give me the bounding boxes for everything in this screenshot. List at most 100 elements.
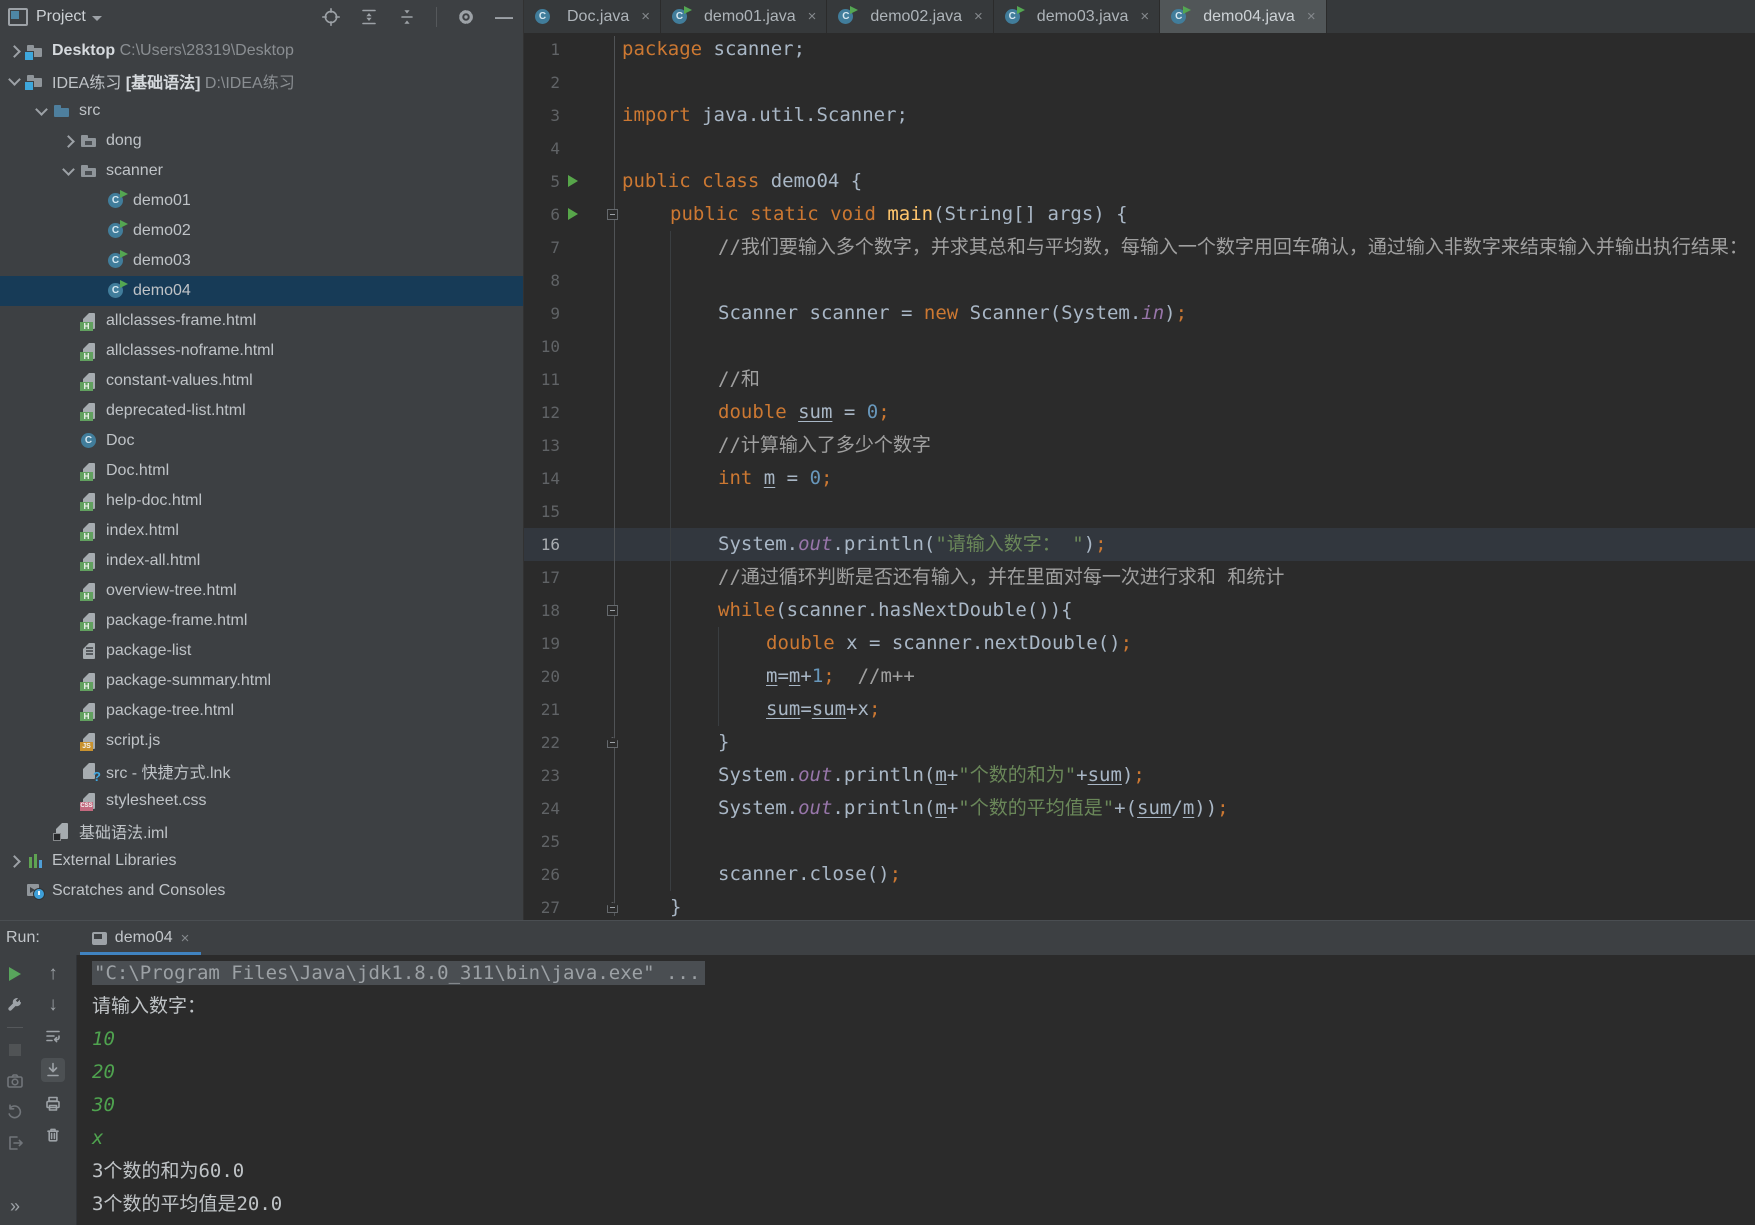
tree-item-Doc.html[interactable]: H Doc.html xyxy=(0,456,523,486)
code-editor[interactable]: 1 package scanner; 2 3 import java.util.Scan… xyxy=(524,33,1755,920)
tree-item-package-summary.html[interactable]: Hpackage-summary.html xyxy=(0,666,523,696)
up-arrow-icon[interactable]: ↑ xyxy=(44,964,62,983)
tree-item-label: External Libraries xyxy=(52,852,177,869)
tree-item-IDEA[interactable]: IDEA练习 [基础语法] D:\IDEA练习 xyxy=(0,66,523,96)
console-output[interactable]: "C:\Program Files\Java\jdk1.8.0_311\bin\… xyxy=(78,955,1755,1225)
down-arrow-icon[interactable]: ↓ xyxy=(44,995,62,1014)
close-icon[interactable]: × xyxy=(641,8,650,25)
stop-icon[interactable] xyxy=(6,1041,24,1059)
camera-icon[interactable] xyxy=(6,1072,24,1090)
tab-demo01.java[interactable]: Cdemo01.java × xyxy=(661,0,828,33)
close-icon[interactable]: × xyxy=(181,930,190,947)
package-icon xyxy=(80,162,99,180)
ide-window: Project — Desktop C:\Users\28319\Desktop… xyxy=(0,0,1755,1225)
tree-item-script.js[interactable]: JS script.js xyxy=(0,726,523,756)
tree-item-label: src xyxy=(79,102,101,119)
css-file-icon: CSS xyxy=(80,792,99,811)
console-line: 3个数的和为60.0 xyxy=(92,1160,245,1182)
tree-item-label: overview-tree.html xyxy=(106,582,237,599)
tab-demo02.java[interactable]: Cdemo02.java × xyxy=(827,0,994,33)
gear-icon[interactable] xyxy=(457,8,475,26)
code-line-17: 17//通过循环判断是否还有输入，并在里面对每一次进行求和 和统计 xyxy=(524,561,1755,594)
chevron-down-icon[interactable] xyxy=(32,96,53,126)
tree-item-index.html[interactable]: Hindex.html xyxy=(0,516,523,546)
trash-icon[interactable] xyxy=(44,1126,62,1144)
chevron-down-icon[interactable] xyxy=(59,156,80,186)
restart-build-icon[interactable] xyxy=(6,1103,24,1121)
hide-panel-icon[interactable]: — xyxy=(495,8,513,26)
tree-item-package-list[interactable]: package-list xyxy=(0,636,523,666)
tree-item-src[interactable]: src xyxy=(0,96,523,126)
tree-item-deprecated-list.html[interactable]: Hdeprecated-list.html xyxy=(0,396,523,426)
chevron-right-icon[interactable] xyxy=(59,126,80,156)
tree-item-allclasses-frame.html[interactable]: Hallclasses-frame.html xyxy=(0,306,523,336)
fold-icon[interactable] xyxy=(607,209,618,220)
tree-item-index-all.html[interactable]: Hindex-all.html xyxy=(0,546,523,576)
more-icon[interactable]: » xyxy=(10,1196,20,1217)
tree-item-demo02[interactable]: Cdemo02 xyxy=(0,216,523,246)
tree-item-demo03[interactable]: Cdemo03 xyxy=(0,246,523,276)
tree-item-scanner[interactable]: scanner xyxy=(0,156,523,186)
html-file-icon: H xyxy=(80,402,99,421)
indent-guide xyxy=(670,231,671,891)
close-icon[interactable]: × xyxy=(808,8,817,25)
chevron-right-icon[interactable] xyxy=(5,846,26,876)
html-file-icon: H xyxy=(80,672,99,691)
chevron-down-icon[interactable] xyxy=(5,66,26,96)
class-run-icon: C xyxy=(1170,5,1192,26)
close-icon[interactable]: × xyxy=(1307,8,1316,25)
tree-item-ScratchesandConsoles[interactable]: Scratches and Consoles xyxy=(0,876,523,906)
run-header: Run: demo04 × xyxy=(0,920,1755,955)
html-file-icon: H xyxy=(80,492,99,511)
tab-demo03.java[interactable]: Cdemo03.java × xyxy=(994,0,1161,33)
tree-item-package-tree.html[interactable]: Hpackage-tree.html xyxy=(0,696,523,726)
fold-icon[interactable] xyxy=(607,605,618,616)
close-icon[interactable]: × xyxy=(974,8,983,25)
tab-Doc.java[interactable]: C Doc.java × xyxy=(524,0,662,33)
tree-item-package-frame.html[interactable]: Hpackage-frame.html xyxy=(0,606,523,636)
chevron-down-icon[interactable] xyxy=(91,15,102,21)
tree-item-src-.lnk[interactable]: ? src - 快捷方式.lnk xyxy=(0,756,523,786)
tree-item-overview-tree.html[interactable]: Hoverview-tree.html xyxy=(0,576,523,606)
tree-item-label: index-all.html xyxy=(106,552,201,569)
tree-item-constant-values.html[interactable]: Hconstant-values.html xyxy=(0,366,523,396)
tab-demo04.java[interactable]: Cdemo04.java × xyxy=(1160,0,1327,33)
line-number: 9 xyxy=(550,304,560,323)
scroll-to-end-icon[interactable] xyxy=(41,1058,65,1082)
class-run-icon: C xyxy=(107,220,128,240)
run-line-icon[interactable] xyxy=(568,208,578,220)
run-line-icon[interactable] xyxy=(568,175,578,187)
tree-item-Doc[interactable]: C Doc xyxy=(0,426,523,456)
tree-item-label: 基础语法.iml xyxy=(79,825,168,842)
soft-wrap-icon[interactable] xyxy=(44,1027,62,1045)
rerun-icon[interactable] xyxy=(6,965,24,983)
project-view-selector[interactable]: Project xyxy=(36,8,86,26)
tree-item-label: deprecated-list.html xyxy=(106,402,246,419)
code-line-2: 2 xyxy=(524,66,1755,99)
console-icon xyxy=(91,931,107,945)
chevron-right-icon[interactable] xyxy=(5,36,26,66)
code-line-23: 23 System.out.println(m+"个数的和为"+sum); xyxy=(524,759,1755,792)
exit-icon[interactable] xyxy=(6,1134,24,1152)
fold-end-icon[interactable] xyxy=(607,902,618,913)
expand-all-icon[interactable] xyxy=(360,8,378,26)
close-icon[interactable]: × xyxy=(1140,8,1149,25)
tree-item-allclasses-noframe.html[interactable]: Hallclasses-noframe.html xyxy=(0,336,523,366)
fold-guide-line xyxy=(614,36,615,916)
tree-item-Desktop[interactable]: Desktop C:\Users\28319\Desktop xyxy=(0,36,523,66)
tree-item-demo04[interactable]: Cdemo04 xyxy=(0,276,523,306)
print-icon[interactable] xyxy=(44,1095,62,1113)
tree-item-.iml[interactable]: 基础语法.iml xyxy=(0,816,523,846)
code-line-19: 19 double x = scanner.nextDouble(); xyxy=(524,627,1755,660)
tree-item-stylesheet.css[interactable]: CSS stylesheet.css xyxy=(0,786,523,816)
run-tab-demo04[interactable]: demo04 × xyxy=(79,921,202,955)
tree-item-help-doc.html[interactable]: Hhelp-doc.html xyxy=(0,486,523,516)
tree-item-dong[interactable]: dong xyxy=(0,126,523,156)
tree-item-demo01[interactable]: Cdemo01 xyxy=(0,186,523,216)
wrench-icon[interactable] xyxy=(6,996,24,1014)
class-run-icon: C xyxy=(837,5,859,26)
fold-end-icon[interactable] xyxy=(607,737,618,748)
tree-item-ExternalLibraries[interactable]: External Libraries xyxy=(0,846,523,876)
collapse-all-icon[interactable] xyxy=(398,8,416,26)
locate-icon[interactable] xyxy=(322,8,340,26)
